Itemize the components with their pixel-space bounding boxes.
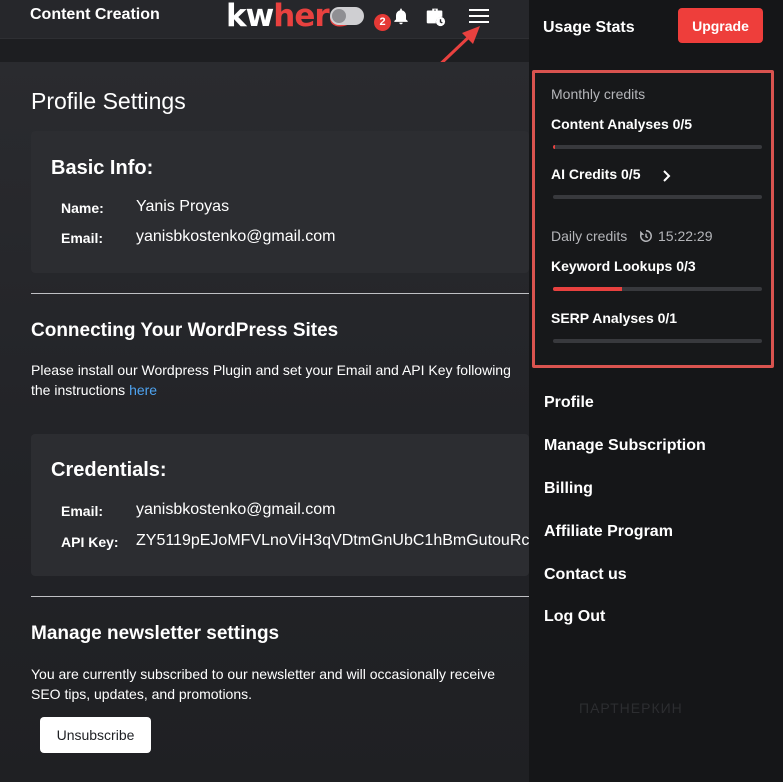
newsletter-title: Manage newsletter settings: [31, 623, 280, 644]
content-analyses-fill: [553, 145, 556, 149]
divider: [31, 596, 529, 597]
bell-icon[interactable]: [389, 4, 413, 28]
name-value: Yanis Proyas: [136, 198, 230, 215]
usage-stats-box: Monthly credits Content Analyses 0/5 AI …: [532, 70, 774, 368]
daily-reset-timer: 15:22:29: [658, 228, 713, 244]
keyword-lookups-fill: [553, 287, 622, 291]
refresh-clock-icon: [640, 230, 652, 242]
content-analyses-label: Content Analyses 0/5: [551, 116, 693, 132]
menu-item-billing[interactable]: Billing: [544, 480, 593, 498]
page-title: Profile Settings: [31, 88, 186, 114]
newsletter-text: You are currently subscribed to our news…: [31, 666, 496, 702]
monthly-credits-caption: Monthly credits: [551, 86, 646, 102]
logo-kw: kw: [226, 0, 274, 34]
basic-info-card: Basic Info: Name: Yanis Proyas Email: ya…: [31, 131, 529, 273]
credentials-title: Credentials:: [51, 459, 167, 481]
main-content: Profile Settings Basic Info: Name: Yanis…: [0, 62, 529, 782]
daily-credits-caption: Daily credits: [551, 228, 628, 244]
email-value: yanisbkostenko@gmail.com: [136, 228, 336, 245]
serp-analyses-label: SERP Analyses 0/1: [551, 310, 678, 326]
content-analyses-bar: [553, 145, 762, 149]
email-label: Email:: [61, 230, 104, 246]
upgrade-button[interactable]: Upgrade: [678, 8, 763, 43]
keyword-lookups-label: Keyword Lookups 0/3: [551, 258, 696, 274]
chevron-right-icon[interactable]: [662, 170, 672, 182]
instructions-link[interactable]: here: [129, 382, 157, 398]
wordpress-text: Please install our Wordpress Plugin and …: [31, 362, 511, 398]
menu-item-affiliate-program[interactable]: Affiliate Program: [544, 523, 673, 541]
name-label: Name:: [61, 200, 104, 216]
ai-credits-bar: [553, 195, 762, 199]
api-key-value[interactable]: ZY5119pEJoMFVLnoViH3qVDtmGnUbC1hBmGutouR…: [136, 532, 529, 550]
credentials-card: Credentials: Email: yanisbkostenko@gmail…: [31, 434, 529, 576]
wordpress-title: Connecting Your WordPress Sites: [31, 320, 339, 341]
credentials-email-value: yanisbkostenko@gmail.com: [136, 501, 336, 518]
unsubscribe-button[interactable]: Unsubscribe: [40, 717, 151, 753]
menu-item-profile[interactable]: Profile: [544, 394, 594, 412]
menu-item-manage-subscription[interactable]: Manage Subscription: [544, 437, 706, 455]
api-key-label: API Key:: [61, 534, 119, 550]
divider: [31, 293, 529, 294]
menu-item-log-out[interactable]: Log Out: [544, 608, 605, 626]
app-title: Content Creation: [30, 6, 160, 23]
watermark: ПАРТНЕРКИН: [579, 700, 683, 716]
basic-info-title: Basic Info:: [51, 157, 154, 179]
wordpress-instructions: Please install our Wordpress Plugin and …: [31, 360, 529, 400]
serp-analyses-bar: [553, 339, 762, 343]
keyword-lookups-bar: [553, 287, 762, 291]
credentials-email-label: Email:: [61, 503, 104, 519]
menu-item-contact-us[interactable]: Contact us: [544, 566, 627, 584]
usage-panel: Usage Stats Upgrade Monthly credits Cont…: [529, 0, 783, 782]
panel-title: Usage Stats: [543, 19, 635, 36]
theme-toggle[interactable]: [330, 7, 364, 25]
ai-credits-label[interactable]: AI Credits 0/5: [551, 166, 640, 182]
